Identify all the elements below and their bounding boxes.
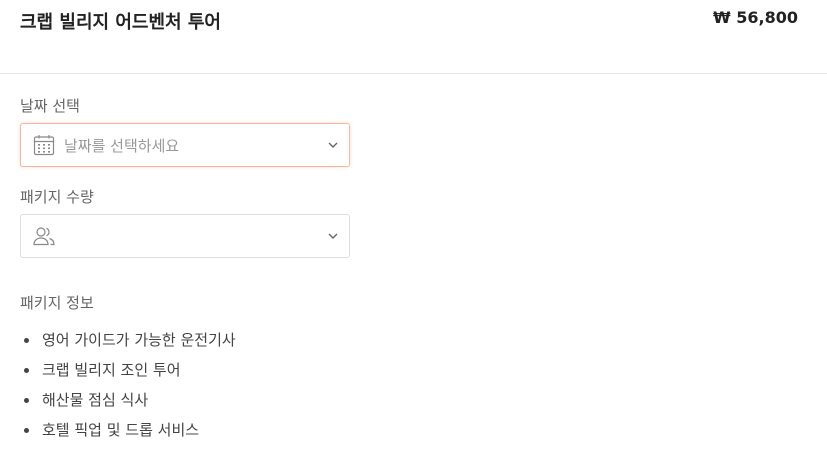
list-item-text: 호텔 픽업 및 드롭 서비스: [42, 421, 200, 439]
list-item: 영어 가이드가 가능한 운전기사: [20, 325, 236, 355]
product-title: 크랩 빌리지 어드벤처 투어: [20, 12, 221, 33]
quantity-select[interactable]: [20, 214, 350, 258]
list-item: 호텔 픽업 및 드롭 서비스: [20, 415, 236, 445]
calendar-icon: [33, 135, 55, 156]
date-field-label: 날짜 선택: [20, 97, 80, 115]
chevron-down-icon: [328, 233, 338, 239]
list-item: 해산물 점심 식사: [20, 385, 236, 415]
product-price: ₩ 56,800: [713, 8, 798, 27]
chevron-down-icon: [328, 142, 338, 148]
bullet-icon: [24, 398, 29, 403]
bullet-icon: [24, 368, 29, 373]
quantity-field-label: 패키지 수량: [20, 188, 94, 206]
date-placeholder: 날짜를 선택하세요: [64, 137, 180, 155]
date-select[interactable]: 날짜를 선택하세요: [20, 123, 350, 167]
list-item-text: 크랩 빌리지 조인 투어: [42, 361, 181, 379]
list-item-text: 영어 가이드가 가능한 운전기사: [42, 331, 236, 349]
bullet-icon: [24, 338, 29, 343]
users-icon: [33, 227, 55, 246]
list-item: 크랩 빌리지 조인 투어: [20, 355, 236, 385]
package-info-list: 영어 가이드가 가능한 운전기사 크랩 빌리지 조인 투어 해산물 점심 식사 …: [20, 325, 236, 445]
product-header: 크랩 빌리지 어드벤처 투어 ₩ 56,800: [0, 0, 827, 74]
package-info-heading: 패키지 정보: [20, 294, 94, 312]
bullet-icon: [24, 428, 29, 433]
list-item-text: 해산물 점심 식사: [42, 391, 149, 409]
